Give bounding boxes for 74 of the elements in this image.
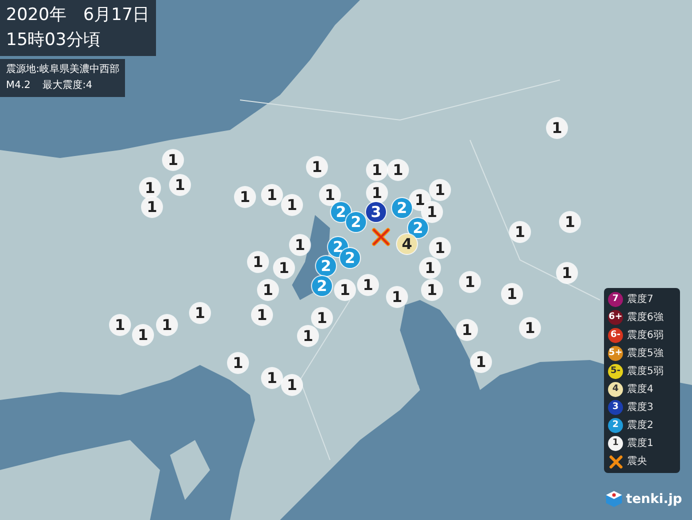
intensity-marker: 1 bbox=[547, 118, 567, 138]
intensity-marker: 1 bbox=[228, 353, 248, 373]
intensity-marker: 2 bbox=[346, 212, 366, 232]
intensity-marker: 1 bbox=[274, 258, 294, 278]
intensity-marker: 1 bbox=[387, 287, 407, 307]
intensity-marker: 1 bbox=[388, 160, 408, 180]
intensity-marker: 1 bbox=[140, 178, 160, 198]
intensity-badge: 4 bbox=[608, 382, 623, 397]
intensity-marker: 1 bbox=[282, 195, 302, 215]
intensity-marker: 1 bbox=[457, 320, 477, 340]
intensity-marker: 1 bbox=[471, 352, 491, 372]
intensity-badge: 5- bbox=[608, 364, 623, 379]
intensity-badge: 5+ bbox=[608, 346, 623, 361]
intensity-marker: 1 bbox=[170, 175, 190, 195]
max-intensity-text: 最大震度:4 bbox=[42, 78, 92, 93]
intensity-badge: 2 bbox=[608, 418, 623, 433]
intensity-marker: 1 bbox=[262, 368, 282, 388]
intensity-marker: 2 bbox=[392, 198, 412, 218]
intensity-marker: 1 bbox=[142, 197, 162, 217]
intensity-marker: 1 bbox=[163, 150, 183, 170]
intensity-marker: 1 bbox=[557, 263, 577, 283]
cube-logo-icon bbox=[605, 490, 623, 508]
legend-label: 震度6弱 bbox=[627, 328, 664, 343]
intensity-marker: 1 bbox=[560, 212, 580, 232]
intensity-marker: 1 bbox=[262, 185, 282, 205]
intensity-badge: 6+ bbox=[608, 310, 623, 325]
intensity-marker: 1 bbox=[298, 326, 318, 346]
intensity-marker: 1 bbox=[290, 235, 310, 255]
intensity-marker: 1 bbox=[420, 258, 440, 278]
epicenter-cross-icon bbox=[371, 227, 391, 247]
intensity-marker: 1 bbox=[258, 280, 278, 300]
intensity-marker: 1 bbox=[358, 275, 378, 295]
intensity-marker: 4 bbox=[397, 234, 417, 254]
epicenter-cross-icon bbox=[608, 454, 622, 468]
magnitude-text: M4.2 bbox=[6, 79, 31, 93]
intensity-marker: 1 bbox=[110, 315, 130, 335]
intensity-badge: 6- bbox=[608, 328, 623, 343]
intensity-badge: 7 bbox=[608, 292, 623, 307]
intensity-marker: 2 bbox=[312, 276, 332, 296]
intensity-marker: 3 bbox=[366, 202, 386, 222]
brand-logo-text: tenki.jp bbox=[626, 492, 682, 506]
legend-label: 震度4 bbox=[627, 382, 654, 397]
intensity-marker: 1 bbox=[422, 280, 442, 300]
intensity-marker: 1 bbox=[520, 318, 540, 338]
legend-label: 震度5強 bbox=[627, 346, 664, 361]
legend-label: 震度2 bbox=[627, 418, 654, 433]
legend-label: 震度6強 bbox=[627, 310, 664, 325]
legend-label: 震央 bbox=[627, 454, 647, 469]
intensity-marker: 1 bbox=[367, 160, 387, 180]
intensity-marker: 1 bbox=[235, 187, 255, 207]
intensity-marker: 1 bbox=[430, 180, 450, 200]
intensity-marker: 1 bbox=[430, 238, 450, 258]
intensity-marker: 1 bbox=[248, 252, 268, 272]
intensity-marker: 1 bbox=[460, 272, 480, 292]
intensity-marker: 1 bbox=[157, 315, 177, 335]
intensity-badge: 3 bbox=[608, 400, 623, 415]
intensity-marker: 1 bbox=[312, 308, 332, 328]
epicenter-text: 震源地:岐阜県美濃中西部 bbox=[6, 62, 120, 77]
intensity-marker: 1 bbox=[510, 222, 530, 242]
intensity-marker: 1 bbox=[335, 280, 355, 300]
intensity-marker: 1 bbox=[190, 303, 210, 323]
intensity-marker: 1 bbox=[133, 325, 153, 345]
time-text: 15時03分頃 bbox=[6, 29, 102, 52]
intensity-marker: 1 bbox=[282, 375, 302, 395]
legend-label: 震度3 bbox=[627, 400, 654, 415]
date-text: 2020年 6月17日 bbox=[6, 4, 150, 27]
intensity-marker: 1 bbox=[502, 284, 522, 304]
legend-label: 震度1 bbox=[627, 436, 654, 451]
intensity-marker: 2 bbox=[316, 256, 336, 276]
intensity-badge: 1 bbox=[608, 436, 623, 451]
intensity-marker: 1 bbox=[252, 305, 272, 325]
legend-label: 震度7 bbox=[627, 292, 654, 307]
legend-label: 震度5弱 bbox=[627, 364, 664, 379]
intensity-marker: 1 bbox=[307, 157, 327, 177]
